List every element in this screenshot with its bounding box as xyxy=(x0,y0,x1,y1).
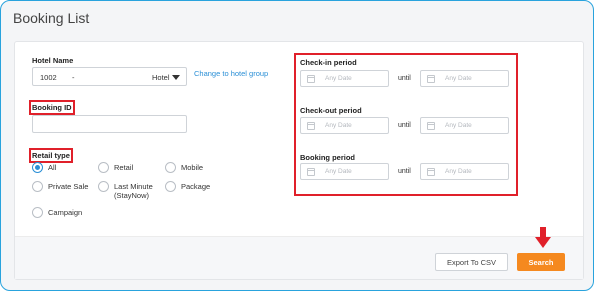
booking-from-placeholder: Any Date xyxy=(325,168,352,175)
checkout-from-placeholder: Any Date xyxy=(325,122,352,129)
radio-all-dot xyxy=(32,162,43,173)
hotel-name-label: Hotel Name xyxy=(32,56,74,65)
page-title: Booking List xyxy=(13,10,90,26)
arrow-down-icon xyxy=(535,227,551,248)
booking-id-input[interactable] xyxy=(32,115,187,133)
checkout-until-label: until xyxy=(398,122,411,129)
radio-all[interactable]: All xyxy=(32,162,57,174)
radio-last-minute-line1: Last Minute xyxy=(114,182,153,191)
retail-type-label: Retail type xyxy=(29,148,73,163)
radio-retail-dot xyxy=(98,162,109,173)
checkout-to-input[interactable]: Any Date xyxy=(420,117,509,134)
radio-retail-label: Retail xyxy=(114,163,134,172)
chevron-down-icon xyxy=(172,75,180,80)
checkout-from-input[interactable]: Any Date xyxy=(300,117,389,134)
radio-all-label: All xyxy=(48,163,57,172)
checkin-period-label: Check-in period xyxy=(300,58,357,67)
calendar-icon xyxy=(427,75,435,83)
calendar-icon xyxy=(307,75,315,83)
radio-package-dot xyxy=(165,181,176,192)
search-button[interactable]: Search xyxy=(517,253,565,271)
change-to-hotel-group-link[interactable]: Change to hotel group xyxy=(194,69,268,78)
radio-last-minute[interactable]: Last Minute (StayNow) xyxy=(98,181,153,200)
hotel-select[interactable]: 1002 - Hotel xyxy=(32,67,187,86)
calendar-icon xyxy=(427,122,435,130)
radio-private-sale-dot xyxy=(32,181,43,192)
radio-mobile[interactable]: Mobile xyxy=(165,162,204,174)
radio-last-minute-dot xyxy=(98,181,109,192)
radio-mobile-label: Mobile xyxy=(181,163,204,172)
export-csv-button[interactable]: Export To CSV xyxy=(435,253,508,271)
calendar-icon xyxy=(307,168,315,176)
hotel-code: 1002 xyxy=(40,73,57,82)
checkin-from-input[interactable]: Any Date xyxy=(300,70,389,87)
radio-package-label: Package xyxy=(181,182,211,191)
radio-campaign-dot xyxy=(32,207,43,218)
search-form-card: Hotel Name 1002 - Hotel Change to hotel … xyxy=(14,41,584,280)
radio-private-sale-label: Private Sale xyxy=(48,182,89,191)
period-filters-highlight: Check-in period Any Date until Any Date … xyxy=(294,53,518,196)
radio-private-sale[interactable]: Private Sale xyxy=(32,181,89,193)
hotel-separator: - xyxy=(72,73,75,82)
app-frame: Booking List Hotel Name 1002 - Hotel Cha… xyxy=(0,0,594,291)
checkout-to-placeholder: Any Date xyxy=(445,122,472,129)
radio-campaign-label: Campaign xyxy=(48,208,83,217)
checkin-until-label: until xyxy=(398,75,411,82)
checkin-to-input[interactable]: Any Date xyxy=(420,70,509,87)
radio-last-minute-line2: (StayNow) xyxy=(114,191,150,200)
radio-mobile-dot xyxy=(165,162,176,173)
checkin-from-placeholder: Any Date xyxy=(325,75,352,82)
radio-last-minute-label: Last Minute (StayNow) xyxy=(114,182,153,200)
checkin-to-placeholder: Any Date xyxy=(445,75,472,82)
booking-id-label: Booking ID xyxy=(29,100,75,115)
radio-retail[interactable]: Retail xyxy=(98,162,134,174)
booking-to-input[interactable]: Any Date xyxy=(420,163,509,180)
radio-package[interactable]: Package xyxy=(165,181,211,193)
booking-until-label: until xyxy=(398,168,411,175)
calendar-icon xyxy=(427,168,435,176)
booking-period-label: Booking period xyxy=(300,153,355,162)
radio-campaign[interactable]: Campaign xyxy=(32,207,83,219)
hotel-type: Hotel xyxy=(152,73,170,82)
checkout-period-label: Check-out period xyxy=(300,106,362,115)
booking-to-placeholder: Any Date xyxy=(445,168,472,175)
calendar-icon xyxy=(307,122,315,130)
booking-from-input[interactable]: Any Date xyxy=(300,163,389,180)
